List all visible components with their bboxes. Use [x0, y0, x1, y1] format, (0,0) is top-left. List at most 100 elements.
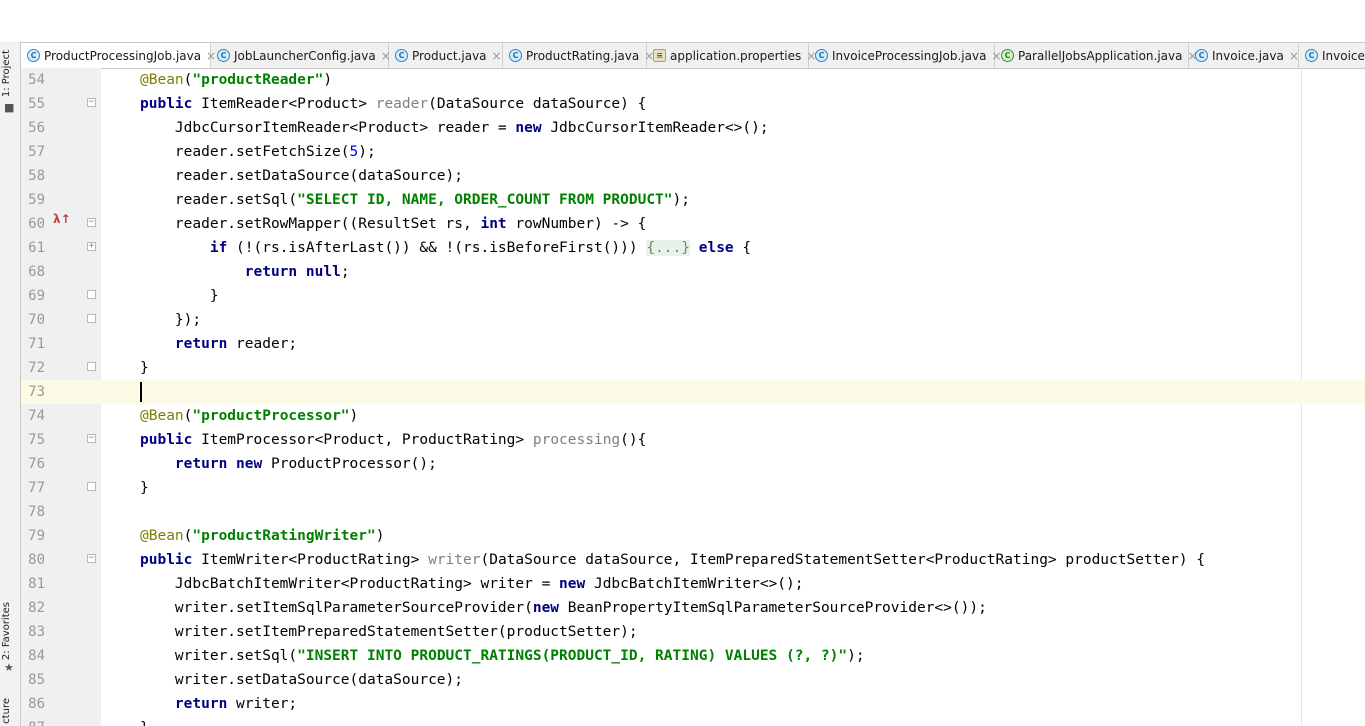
tab-paralleljobsapplication-java[interactable]: C ParallelJobsApplication.java × — [995, 43, 1198, 68]
code-line[interactable]: 72} — [21, 356, 1365, 380]
code-text: JdbcBatchItemWriter<ProductRating> write… — [140, 576, 804, 592]
code-line[interactable]: 71 return reader; — [21, 332, 1365, 356]
collapse-fold-icon[interactable]: − — [87, 434, 96, 443]
line-number: 70 — [28, 312, 45, 328]
lambda-override-icon[interactable]: λ↑ — [53, 212, 71, 226]
code-line[interactable]: 55 − public ItemReader<Product> reader(Dat… — [21, 92, 1365, 116]
structure-tool-button[interactable]: cture — [1, 698, 12, 724]
code-line[interactable]: 87} — [21, 716, 1365, 726]
code-editor[interactable]: 54 @Bean("productReader") 55 − public ItemRe… — [21, 68, 1365, 726]
code-text: reader.setFetchSize(5); — [140, 144, 376, 160]
close-tab-icon[interactable]: × — [1289, 49, 1299, 63]
code-line[interactable]: 78 — [21, 500, 1365, 524]
code-text: reader.setDataSource(dataSource); — [140, 168, 464, 184]
code-text: } — [140, 716, 149, 726]
code-line[interactable]: 73 — [21, 380, 1365, 404]
code-line[interactable]: 74 @Bean("productProcessor") — [21, 404, 1365, 428]
code-text: JdbcCursorItemReader<Product> reader = n… — [140, 120, 769, 136]
line-number: 73 — [21, 380, 45, 404]
line-number: 86 — [28, 696, 45, 712]
code-line[interactable]: 59 reader.setSql("SELECT ID, NAME, ORDER… — [21, 188, 1365, 212]
code-line[interactable]: 85 writer.setDataSource(dataSource); — [21, 668, 1365, 692]
code-line[interactable]: 84 writer.setSql("INSERT INTO PRODUCT_RA… — [21, 644, 1365, 668]
line-number: 56 — [28, 120, 45, 136]
tab-product-java[interactable]: C Product.java × — [389, 43, 503, 68]
tab-label: Invoicel — [1322, 48, 1365, 63]
code-line[interactable]: 68 return null; — [21, 260, 1365, 284]
window-top-area — [0, 0, 1365, 42]
line-number: 87 — [21, 716, 45, 726]
collapse-fold-icon[interactable] — [87, 314, 96, 323]
code-line[interactable]: 61 + if (!(rs.isAfterLast()) && !(rs.isBe… — [21, 236, 1365, 260]
code-line[interactable]: 77} — [21, 476, 1365, 500]
text-caret — [140, 382, 142, 402]
code-line[interactable]: 75 − public ItemProcessor<Product, Product… — [21, 428, 1365, 452]
code-text: writer.setSql("INSERT INTO PRODUCT_RATIN… — [140, 648, 865, 664]
line-number: 71 — [28, 336, 45, 352]
tab-label: ProductProcessingJob.java — [44, 48, 202, 63]
code-line[interactable]: 69 } — [21, 284, 1365, 308]
code-text: writer.setItemPreparedStatementSetter(pr… — [140, 624, 638, 640]
collapse-fold-icon[interactable] — [87, 482, 96, 491]
collapse-fold-icon[interactable]: − — [87, 218, 96, 227]
tab-productprocessingjob-java[interactable]: C ProductProcessingJob.java × — [21, 43, 216, 68]
code-line[interactable]: 56 JdbcCursorItemReader<Product> reader … — [21, 116, 1365, 140]
code-line[interactable]: 60 − λ↑ reader.setRowMapper((ResultSet rs,… — [21, 212, 1365, 236]
expand-fold-icon[interactable]: + — [87, 242, 96, 251]
line-number: 60 — [28, 216, 45, 232]
collapse-fold-icon[interactable]: − — [87, 98, 96, 107]
class-icon: C — [815, 49, 828, 62]
tab-label: ProductRating.java — [526, 48, 640, 63]
code-line[interactable]: 54 @Bean("productReader") — [21, 68, 1365, 92]
project-tool-button[interactable]: 1: Project — [1, 50, 12, 97]
line-number: 81 — [28, 576, 45, 592]
code-line[interactable]: 76 return new ProductProcessor(); — [21, 452, 1365, 476]
favorites-tool-button[interactable]: 2: Favorites — [1, 602, 12, 660]
close-tab-icon[interactable]: × — [492, 49, 502, 63]
collapse-fold-icon[interactable]: − — [87, 554, 96, 563]
tab-invoiceprocessingjob-java[interactable]: C InvoiceProcessingJob.java × — [809, 43, 1002, 68]
line-number: 58 — [28, 168, 45, 184]
left-tool-strip: 1: Project ■ 2: Favorites ★ cture — [0, 42, 21, 726]
line-number: 78 — [28, 504, 45, 520]
collapse-fold-icon[interactable] — [87, 290, 96, 299]
code-text: return writer; — [174, 696, 298, 712]
code-line[interactable]: 58 reader.setDataSource(dataSource); — [21, 164, 1365, 188]
line-number: 61 — [28, 240, 45, 256]
code-text: @Bean("productRatingWriter") — [140, 528, 385, 544]
code-text: return reader; — [174, 336, 298, 352]
tab-label: application.properties — [670, 48, 802, 63]
tab-label: ParallelJobsApplication.java — [1018, 48, 1183, 63]
code-text: return null; — [244, 264, 350, 280]
tab-application-properties[interactable]: ≡ application.properties × — [647, 43, 816, 68]
code-line[interactable]: 80 − public ItemWriter<ProductRating> writ… — [21, 548, 1365, 572]
tab-joblauncherconfig-java[interactable]: C JobLauncherConfig.java × — [211, 43, 391, 68]
code-text: public ItemWriter<ProductRating> writer(… — [140, 552, 1206, 568]
code-line[interactable]: 82 writer.setItemSqlParameterSourceProvi… — [21, 596, 1365, 620]
code-text: } — [140, 288, 219, 304]
tab-invoicel[interactable]: C Invoicel — [1299, 43, 1365, 68]
code-text: reader.setSql("SELECT ID, NAME, ORDER_CO… — [140, 192, 690, 208]
collapse-fold-icon[interactable] — [87, 362, 96, 371]
spring-boot-class-icon: C — [1001, 49, 1014, 62]
code-line[interactable]: 83 writer.setItemPreparedStatementSetter… — [21, 620, 1365, 644]
tab-invoice-java[interactable]: C Invoice.java × — [1189, 43, 1299, 68]
line-number: 57 — [28, 144, 45, 160]
line-number: 72 — [28, 360, 45, 376]
line-number: 76 — [28, 456, 45, 472]
code-text: if (!(rs.isAfterLast()) && !(rs.isBefore… — [209, 240, 752, 256]
code-text: writer.setDataSource(dataSource); — [140, 672, 464, 688]
line-number: 79 — [28, 528, 45, 544]
code-text: @Bean("productProcessor") — [140, 408, 359, 424]
code-line[interactable]: 57 reader.setFetchSize(5); — [21, 140, 1365, 164]
star-icon: ★ — [4, 661, 14, 674]
code-line[interactable]: 86 return writer; — [21, 692, 1365, 716]
code-line[interactable]: 81 JdbcBatchItemWriter<ProductRating> wr… — [21, 572, 1365, 596]
code-text: }); — [140, 312, 202, 328]
code-line[interactable]: 79 @Bean("productRatingWriter") — [21, 524, 1365, 548]
code-text: return new ProductProcessor(); — [174, 456, 437, 472]
code-line[interactable]: 70 }); — [21, 308, 1365, 332]
line-number: 55 — [28, 96, 45, 112]
line-number: 74 — [28, 408, 45, 424]
tab-productrating-java[interactable]: C ProductRating.java × — [503, 43, 654, 68]
